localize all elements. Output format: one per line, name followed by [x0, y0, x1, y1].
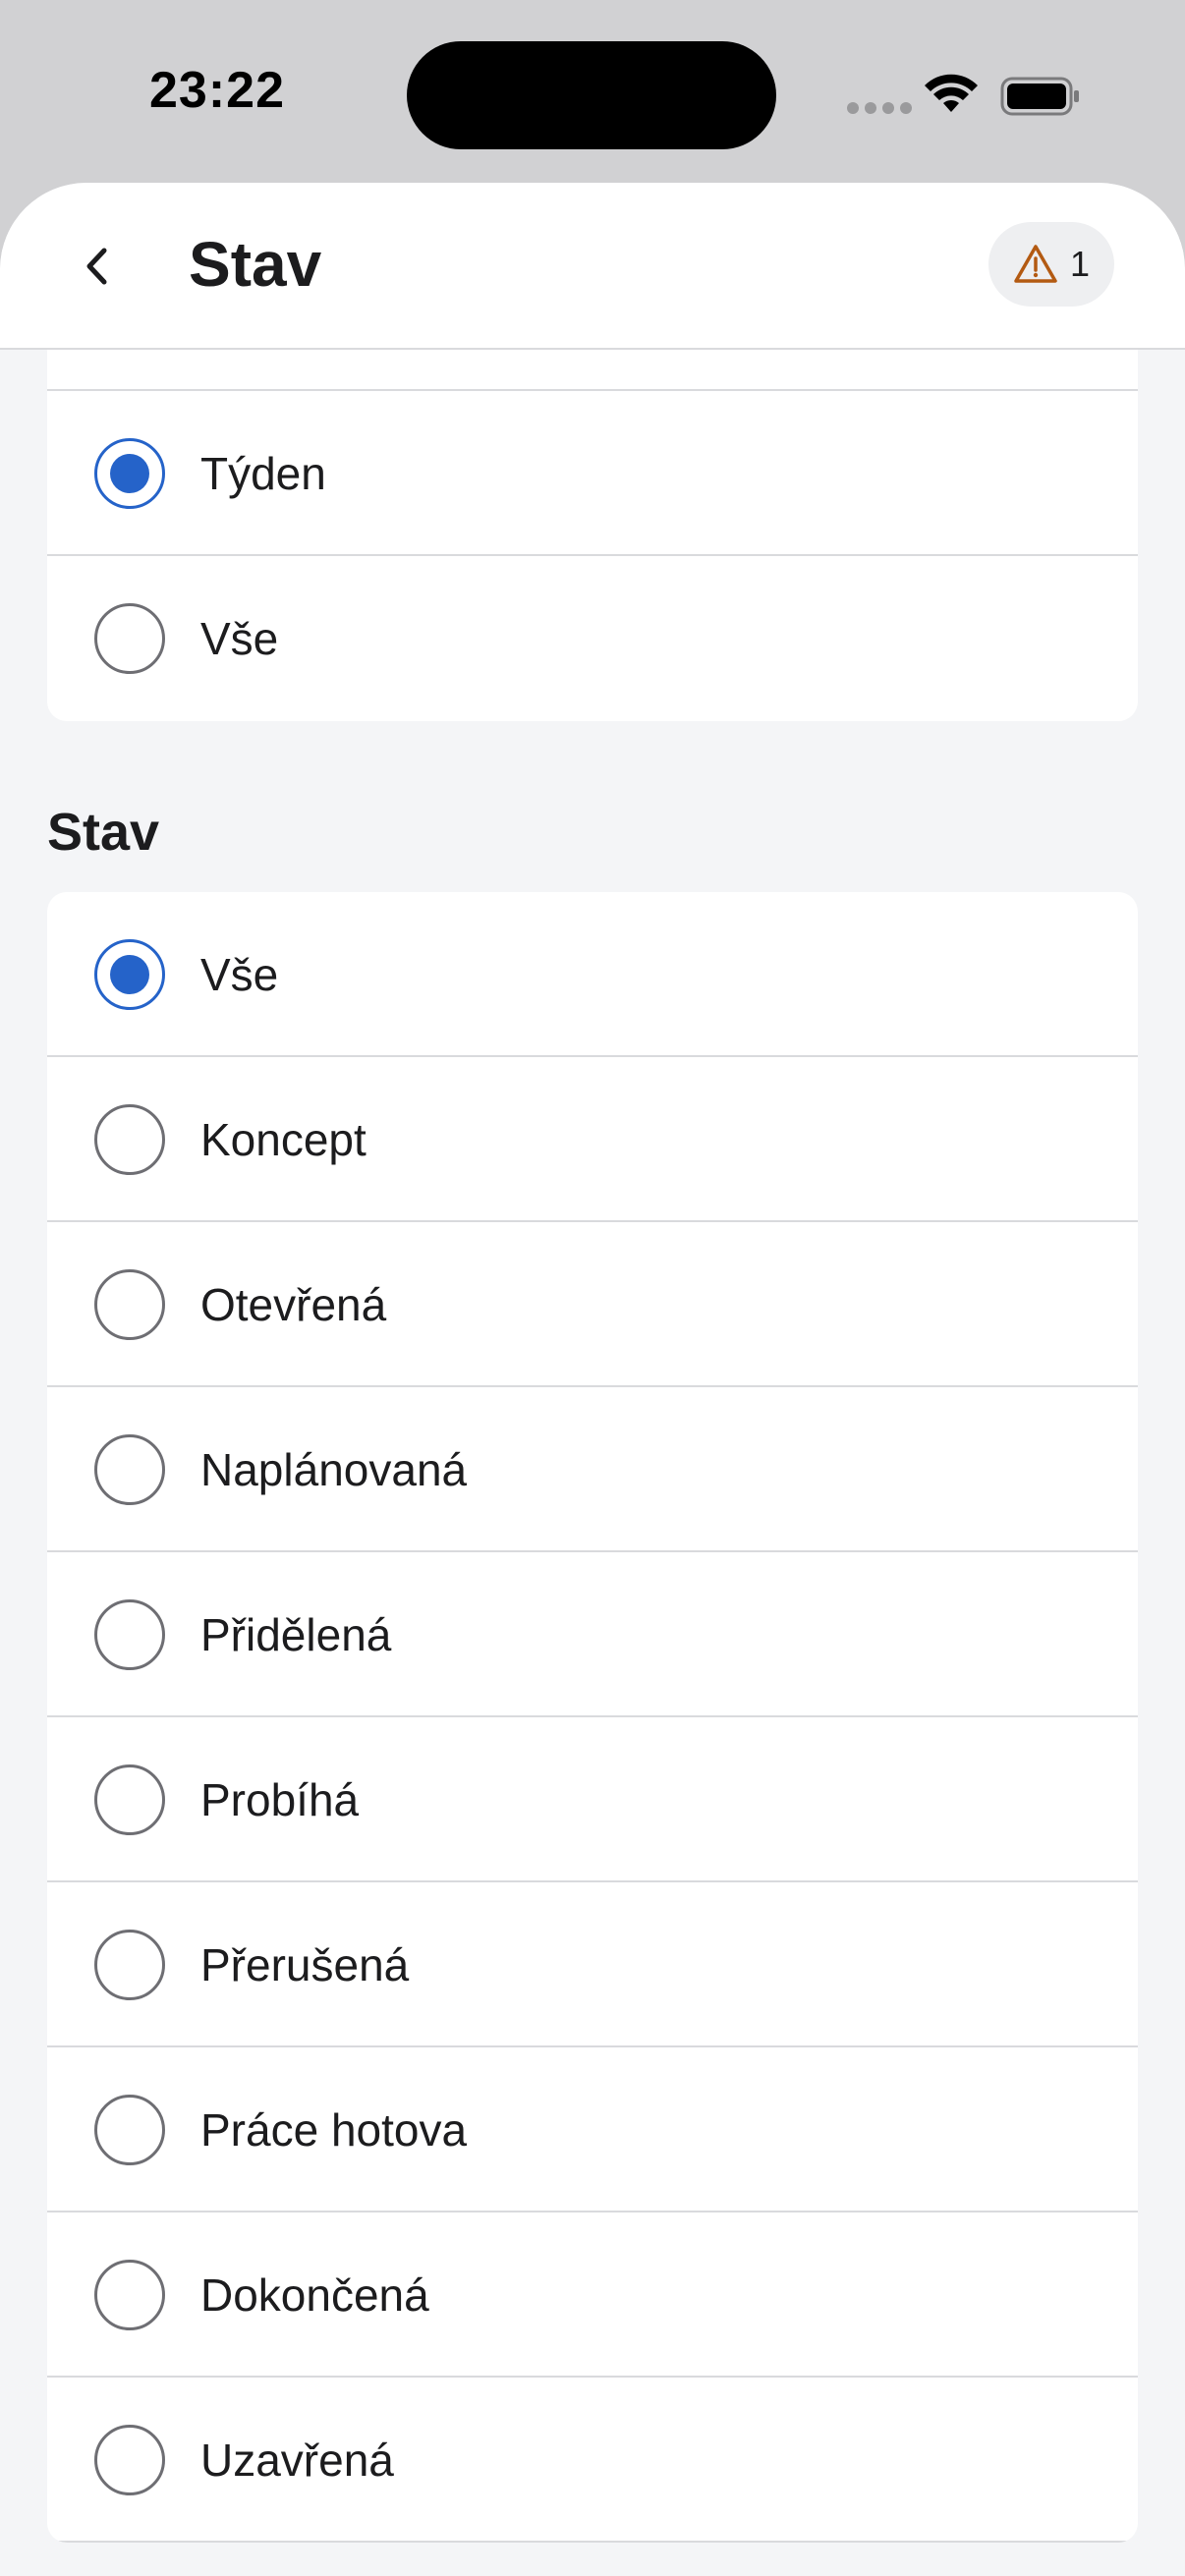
radio-button[interactable]	[94, 1764, 165, 1835]
warning-count: 1	[1069, 244, 1091, 284]
option-label: Uzavřená	[200, 2435, 394, 2486]
warning-icon	[1014, 245, 1057, 283]
list-item-period-all[interactable]: Vše	[47, 556, 1138, 721]
list-item-status-all[interactable]: Vše	[47, 892, 1138, 1057]
option-label: Otevřená	[200, 1279, 387, 1330]
radio-button[interactable]	[94, 1104, 165, 1175]
list-item-status-open[interactable]: Otevřená	[47, 1222, 1138, 1387]
list-item-status-assigned[interactable]: Přidělená	[47, 1552, 1138, 1717]
chevron-left-icon	[86, 248, 107, 285]
wifi-icon	[925, 74, 978, 112]
filter-sheet: Stav 1 Týden Vše Stav Vše Koncept Otevře…	[0, 183, 1185, 2576]
option-label: Práce hotova	[200, 2104, 468, 2156]
page-title: Stav	[189, 229, 322, 300]
list-item-status-planned[interactable]: Naplánovaná	[47, 1387, 1138, 1552]
battery-icon	[1000, 77, 1079, 116]
option-label: Přidělená	[200, 1609, 392, 1660]
list-item-status-completed[interactable]: Dokončená	[47, 2212, 1138, 2378]
radio-button[interactable]	[94, 1599, 165, 1670]
radio-button[interactable]	[94, 939, 165, 1010]
list-item-period-week[interactable]: Týden	[47, 391, 1138, 556]
radio-button[interactable]	[94, 2425, 165, 2495]
radio-button[interactable]	[94, 1434, 165, 1505]
option-label: Vše	[200, 949, 279, 1000]
warning-badge-button[interactable]: 1	[988, 222, 1114, 307]
status-time: 23:22	[149, 62, 285, 119]
option-label: Vše	[200, 613, 279, 664]
section-title-status: Stav	[47, 803, 160, 862]
list-item-partial	[47, 350, 1138, 391]
radio-button[interactable]	[94, 1269, 165, 1340]
radio-button[interactable]	[94, 603, 165, 674]
list-item-status-work-done[interactable]: Práce hotova	[47, 2047, 1138, 2212]
radio-button[interactable]	[94, 438, 165, 509]
period-options-card: Týden Vše	[47, 350, 1138, 721]
radio-button[interactable]	[94, 1930, 165, 2000]
option-label: Probíhá	[200, 1774, 360, 1825]
option-label: Naplánovaná	[200, 1444, 468, 1495]
cellular-signal-icon	[847, 102, 912, 114]
dynamic-island	[407, 41, 776, 149]
list-item-status-interrupted[interactable]: Přerušená	[47, 1882, 1138, 2047]
radio-button[interactable]	[94, 2260, 165, 2330]
navigation-bar: Stav 1	[0, 183, 1185, 350]
option-label: Přerušená	[200, 1939, 410, 1990]
status-options-card: Vše Koncept Otevřená Naplánovaná Přiděle…	[47, 892, 1138, 2543]
option-label: Týden	[200, 448, 326, 499]
status-bar: 23:22	[0, 0, 1185, 187]
list-item-status-closed[interactable]: Uzavřená	[47, 2378, 1138, 2543]
back-button[interactable]	[69, 234, 124, 299]
list-item-status-in-progress[interactable]: Probíhá	[47, 1717, 1138, 1882]
radio-button[interactable]	[94, 2095, 165, 2165]
list-item-status-draft[interactable]: Koncept	[47, 1057, 1138, 1222]
option-label: Koncept	[200, 1114, 367, 1165]
option-label: Dokončená	[200, 2269, 429, 2321]
